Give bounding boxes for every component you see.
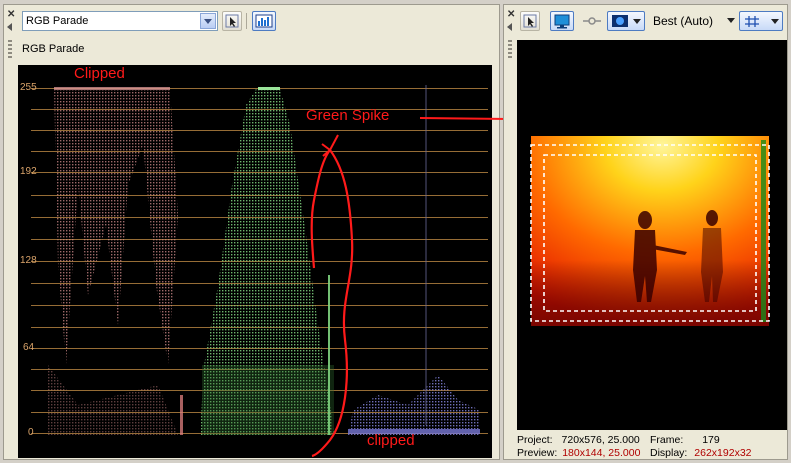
collapse-left-icon[interactable] xyxy=(7,23,12,31)
monitor-icon xyxy=(554,14,570,29)
overlay-icon xyxy=(612,15,641,27)
status-project: Project: 720x576, 25.000 xyxy=(517,434,640,446)
split-screen-icon[interactable] xyxy=(582,12,602,30)
preview-value: 180x144, 25.000 xyxy=(562,447,641,459)
project-value: 720x576, 25.000 xyxy=(561,434,640,446)
cursor-icon xyxy=(225,14,239,28)
preview-quality-label[interactable]: Best (Auto) xyxy=(653,14,713,28)
grid-overlay-button[interactable] xyxy=(739,11,783,31)
preview-label: Preview: xyxy=(517,447,558,459)
red-channel-waveform xyxy=(48,87,183,435)
blue-channel-waveform xyxy=(348,85,480,435)
status-display: Display: 262x192x32 xyxy=(650,447,752,459)
project-label: Project: xyxy=(517,434,553,446)
drag-handle[interactable] xyxy=(508,40,512,58)
close-icon[interactable]: ✕ xyxy=(7,10,15,20)
preview-frame xyxy=(530,136,770,326)
annotation-clipped-bottom: clipped xyxy=(367,432,415,449)
overlays-button[interactable] xyxy=(607,11,645,31)
external-monitor-button[interactable] xyxy=(550,11,574,31)
drag-handle[interactable] xyxy=(8,40,12,58)
video-preview-display[interactable] xyxy=(517,40,787,430)
collapse-left-icon[interactable] xyxy=(507,23,512,31)
grid-icon xyxy=(745,16,779,27)
status-preview: Preview: 180x144, 25.000 xyxy=(517,447,640,459)
green-channel-waveform xyxy=(200,87,334,435)
annotation-green-spike: Green Spike xyxy=(306,107,390,124)
rgb-parade-scope: 255 192 128 64 0 xyxy=(18,65,492,458)
annotation-clipped-top: Clipped xyxy=(74,65,125,82)
histogram-icon xyxy=(255,14,273,28)
close-icon[interactable]: ✕ xyxy=(507,10,515,20)
display-label: Display: xyxy=(650,447,688,459)
toolbar-separator xyxy=(246,13,247,29)
display-value: 262x192x32 xyxy=(694,447,752,459)
cursor-icon xyxy=(523,14,537,28)
update-scopes-button[interactable] xyxy=(222,11,242,31)
scope-type-value: RGB Parade xyxy=(26,15,89,27)
chevron-down-icon[interactable] xyxy=(725,15,737,27)
preview-properties-button[interactable] xyxy=(520,11,540,31)
scope-type-dropdown[interactable]: RGB Parade xyxy=(22,11,218,31)
parade-waveforms xyxy=(48,85,480,435)
status-frame: Frame: 179 xyxy=(650,434,720,446)
settings-button[interactable] xyxy=(252,11,276,31)
chevron-down-icon[interactable] xyxy=(200,13,216,29)
frame-value: 179 xyxy=(702,434,720,446)
scope-title: RGB Parade xyxy=(22,43,85,55)
frame-label: Frame: xyxy=(650,434,684,446)
